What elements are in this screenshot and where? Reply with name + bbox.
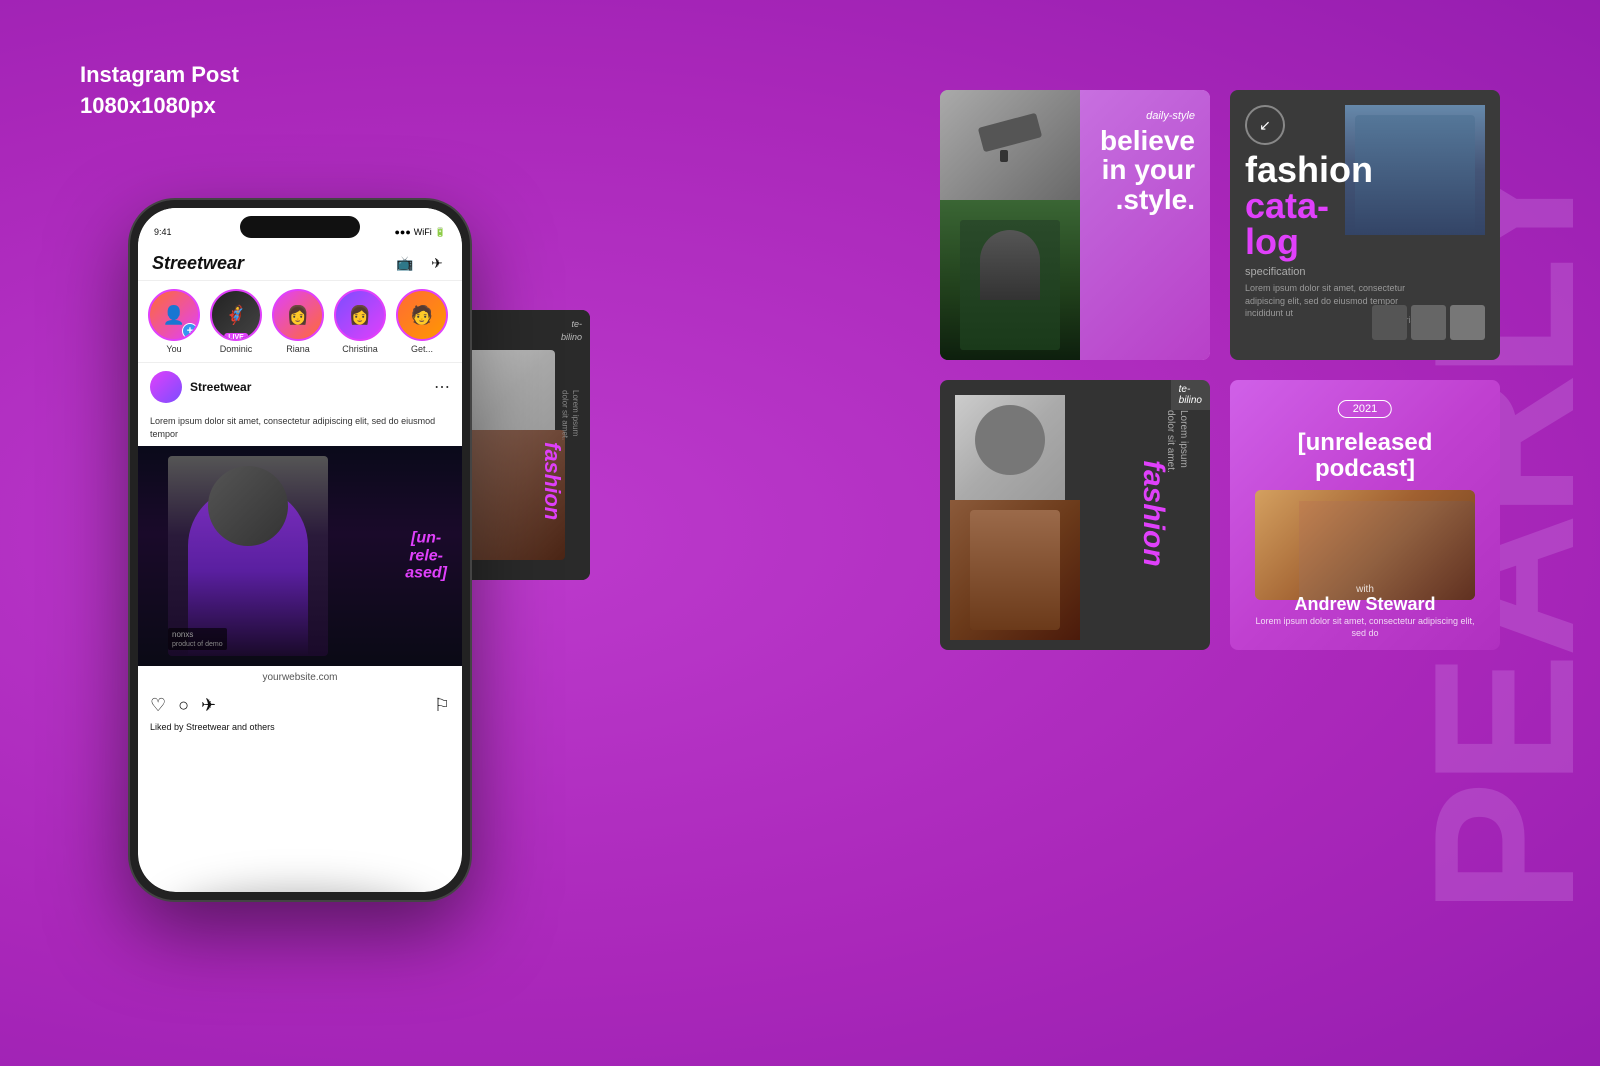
card-podcast: 2021 [unreleasedpodcast] with Andrew Ste…	[1230, 380, 1500, 650]
share-icon[interactable]: ✈	[201, 695, 216, 716]
save-icon[interactable]: ⚐	[434, 695, 450, 716]
story-label-christina: Christina	[342, 344, 378, 354]
card4-name: Andrew Steward	[1230, 594, 1500, 615]
post-website: yourwebsite.com	[138, 666, 462, 689]
card4-year: 2021	[1338, 400, 1392, 418]
page-title: Instagram Post 1080x1080px	[80, 60, 239, 122]
story-item-you[interactable]: 👤 + You	[148, 289, 200, 354]
card2-thumb-1	[1372, 305, 1407, 340]
card3-tag: te-bilino	[1171, 380, 1210, 410]
story-avatar-christina: 👩	[334, 289, 386, 341]
post-avatar	[150, 371, 182, 403]
cards-area: daily-style believein your.style. ↙ fash…	[940, 90, 1500, 650]
card3-image-top	[955, 395, 1065, 505]
post-username: Streetwear	[190, 380, 251, 394]
story-label-get: Get...	[411, 344, 433, 354]
card2-logo: ↙	[1245, 105, 1285, 145]
card1-image-top	[940, 90, 1080, 210]
phone-notch	[240, 216, 360, 238]
instagram-header: Streetwear 📺 ✈	[138, 248, 462, 281]
story-label-riana: Riana	[286, 344, 310, 354]
card2-thumb-3	[1450, 305, 1485, 340]
card2-thumb-2	[1411, 305, 1446, 340]
instagram-logo: Streetwear	[152, 253, 244, 274]
card1-image-bottom	[940, 200, 1080, 360]
story-avatar-dominic: 🦸 LIVE	[210, 289, 262, 341]
card4-desc: Lorem ipsum dolor sit amet, consectetur …	[1250, 615, 1480, 640]
live-badge-dominic: LIVE	[224, 333, 248, 341]
story-item-dominic[interactable]: 🦸 LIVE Dominic	[210, 289, 262, 354]
card3-fashion-text: fashion	[1136, 460, 1170, 567]
stories-bar: 👤 + You 🦸 LIVE Dominic 👩 Riana	[138, 281, 462, 363]
phone-mockup: 9:41 ●●● WiFi 🔋 Streetwear 📺 ✈ 👤 + You	[130, 200, 470, 900]
post-image: [un-rele-ased] nonxsproduct of demo	[138, 446, 462, 666]
post-liked-text: Liked by Streetwear and others	[138, 722, 462, 738]
send-icon[interactable]: ✈	[426, 252, 448, 274]
notification-icon[interactable]: 📺	[394, 252, 416, 274]
card3-image-bottom	[950, 500, 1080, 640]
card1-text: daily-style believein your.style.	[1100, 110, 1195, 214]
add-story-badge: +	[182, 323, 198, 339]
story-item-christina[interactable]: 👩 Christina	[334, 289, 386, 354]
card-fashion-bottom: te-bilino Lorem ipsumdolor sit amet. fas…	[940, 380, 1210, 650]
card2-text: fashioncata-log specification Lorem ipsu…	[1245, 152, 1425, 320]
card-partial: te-bilino Lorem ipsumdolor sit amet. fas…	[450, 310, 590, 580]
comment-icon[interactable]: ○	[178, 695, 189, 716]
story-avatar-get: 🧑	[396, 289, 448, 341]
story-item-riana[interactable]: 👩 Riana	[272, 289, 324, 354]
story-label-you: You	[166, 344, 181, 354]
story-item-get[interactable]: 🧑 Get...	[396, 289, 448, 354]
card-daily-style: daily-style believein your.style.	[940, 90, 1210, 360]
story-avatar-riana: 👩	[272, 289, 324, 341]
card2-title: fashioncata-log	[1245, 152, 1425, 260]
card4-title: [unreleasedpodcast]	[1230, 430, 1500, 483]
card2-specification: specification	[1245, 266, 1425, 278]
post-header: Streetwear ⋯	[138, 363, 462, 411]
card-fashion-catalog: ↙ fashioncata-log specification Lorem ip…	[1230, 90, 1500, 360]
post-menu-icon[interactable]: ⋯	[434, 377, 450, 397]
post-actions: ♡ ○ ✈ ⚐	[138, 689, 462, 722]
like-icon[interactable]: ♡	[150, 695, 166, 716]
card1-subtitle: daily-style	[1100, 110, 1195, 122]
post-caption: Lorem ipsum dolor sit amet, consectetur …	[138, 411, 462, 446]
story-label-dominic: Dominic	[220, 344, 253, 354]
story-avatar-you: 👤 +	[148, 289, 200, 341]
card2-thumbnails	[1372, 305, 1485, 340]
card1-title: believein your.style.	[1100, 126, 1195, 214]
